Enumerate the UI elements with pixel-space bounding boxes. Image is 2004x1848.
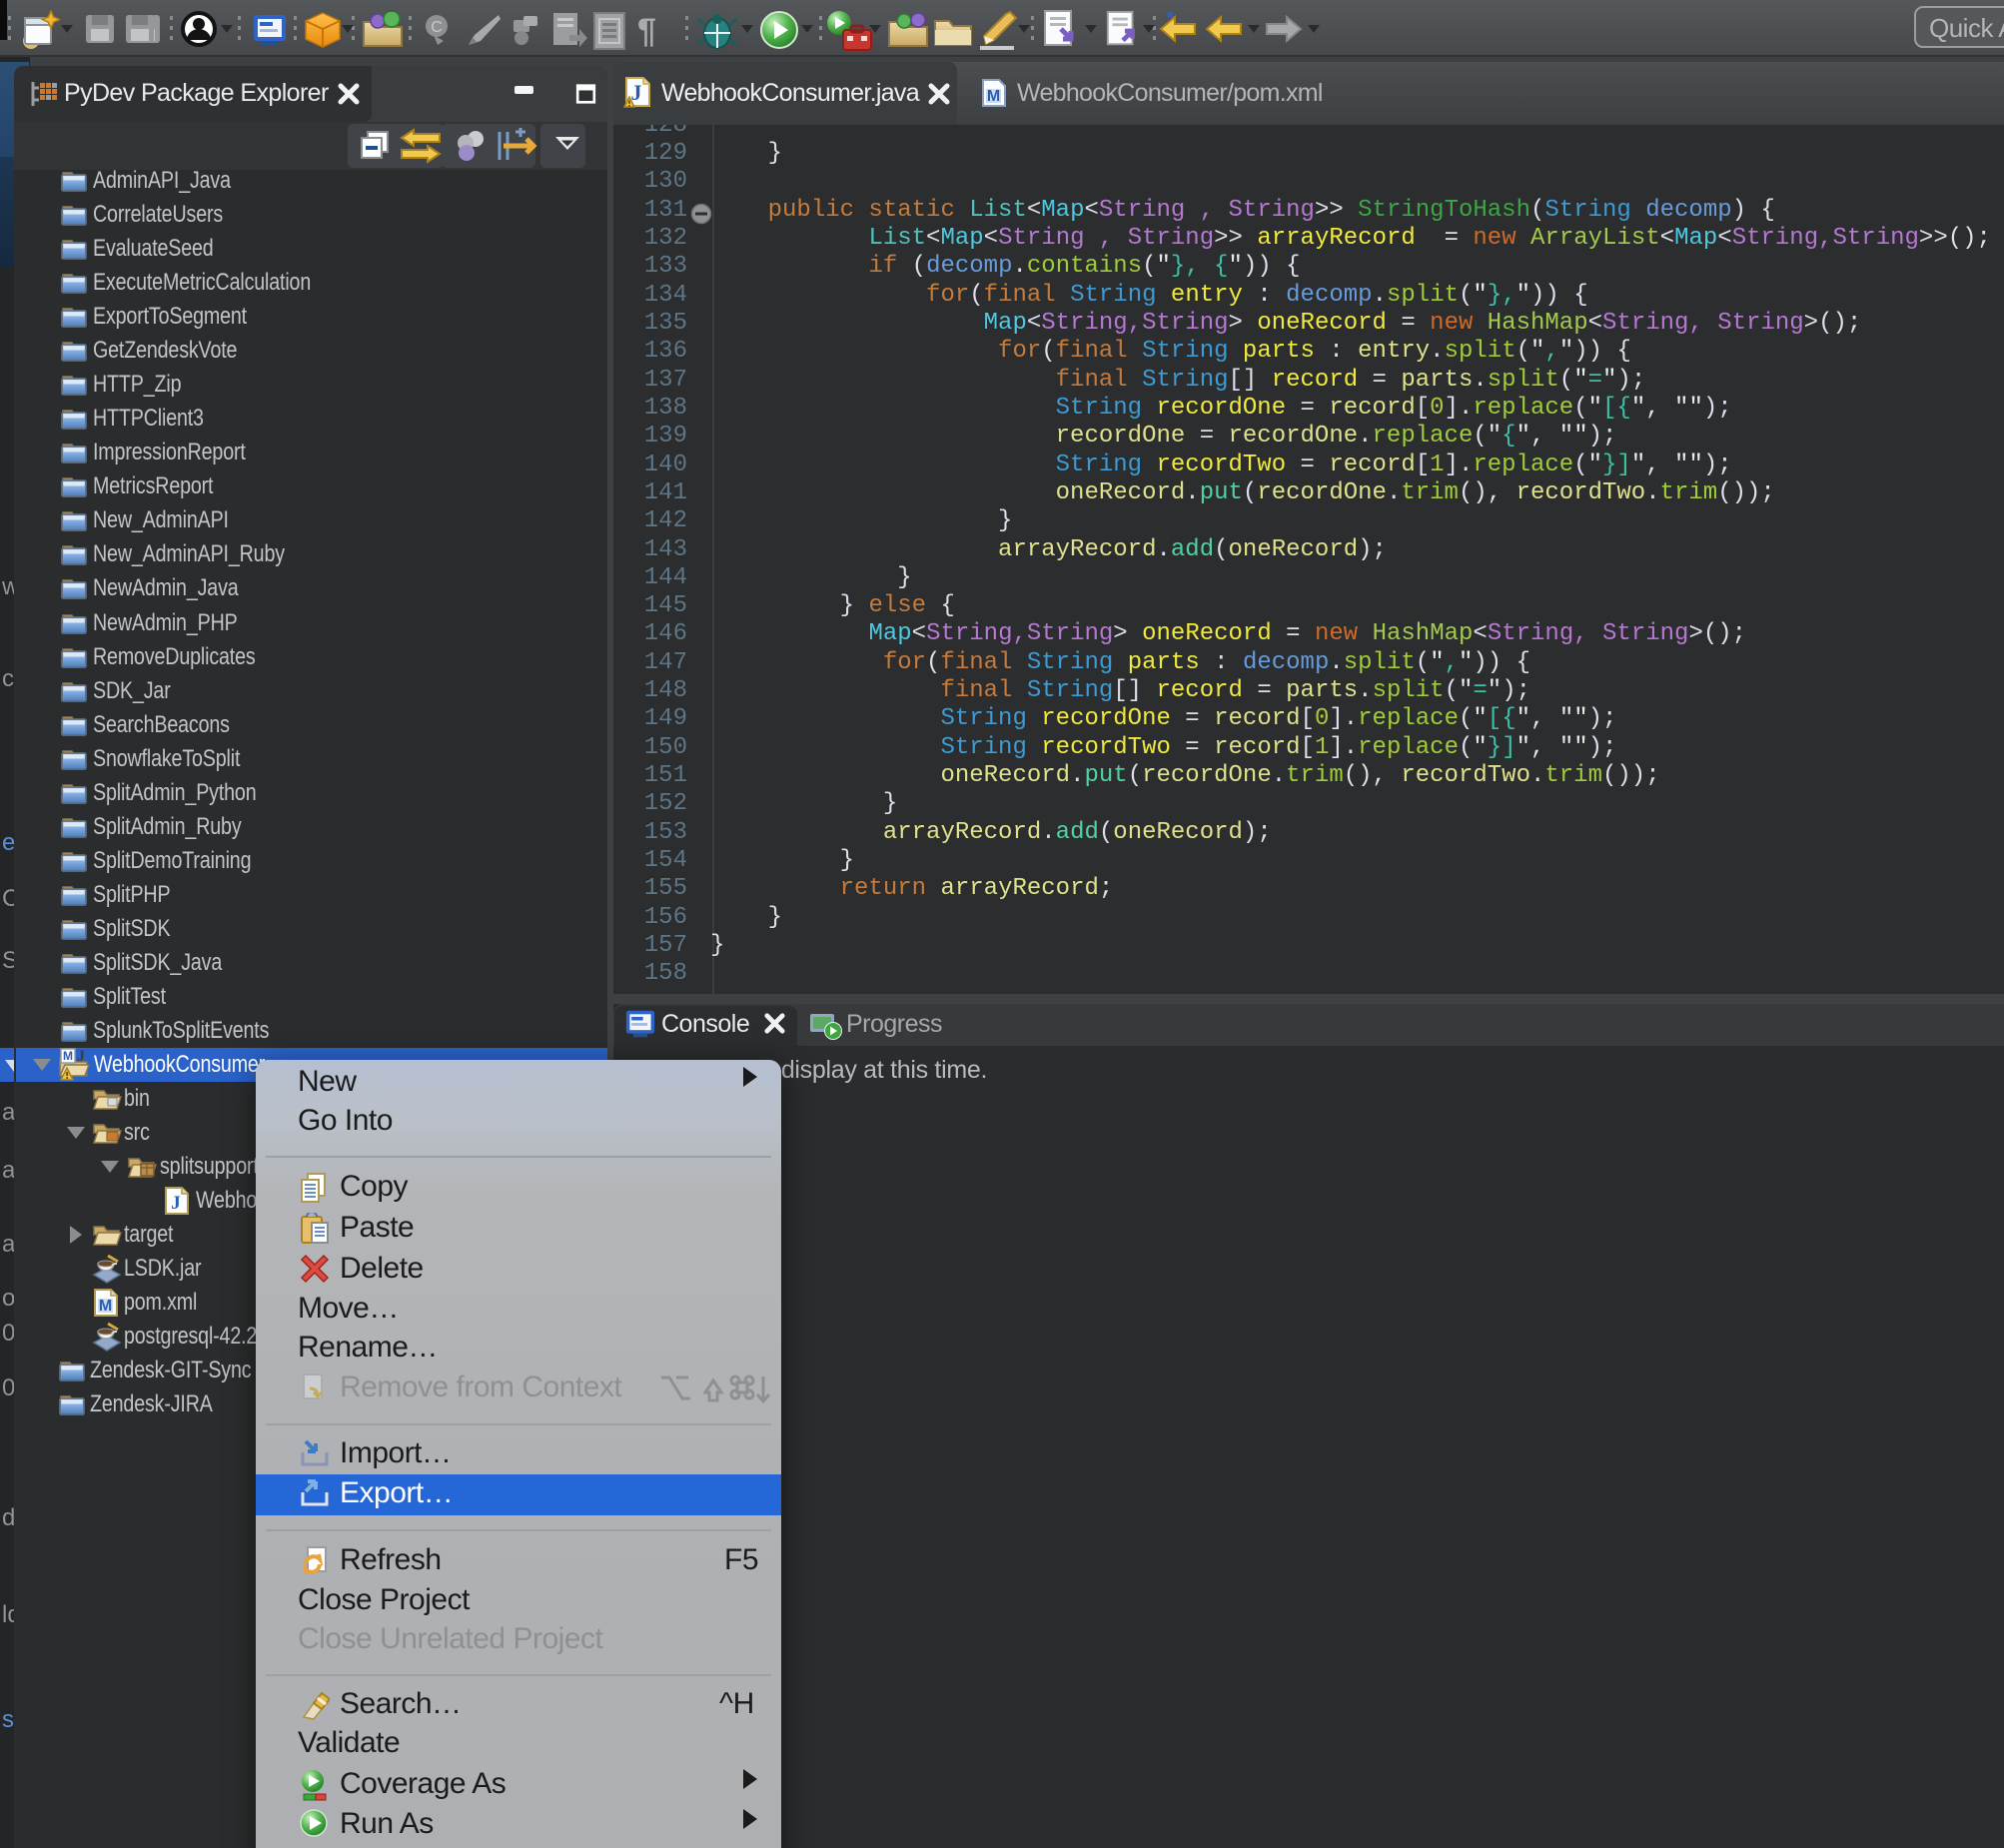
svg-text:C: C bbox=[431, 19, 443, 36]
svg-text:J: J bbox=[631, 80, 642, 105]
svg-text:*: * bbox=[1167, 12, 1174, 28]
svg-text:M: M bbox=[63, 1049, 73, 1063]
svg-text:J: J bbox=[77, 1048, 85, 1065]
svg-text:M: M bbox=[99, 1298, 112, 1315]
svg-text:M: M bbox=[987, 88, 1000, 105]
svg-text:J: J bbox=[171, 1193, 181, 1214]
